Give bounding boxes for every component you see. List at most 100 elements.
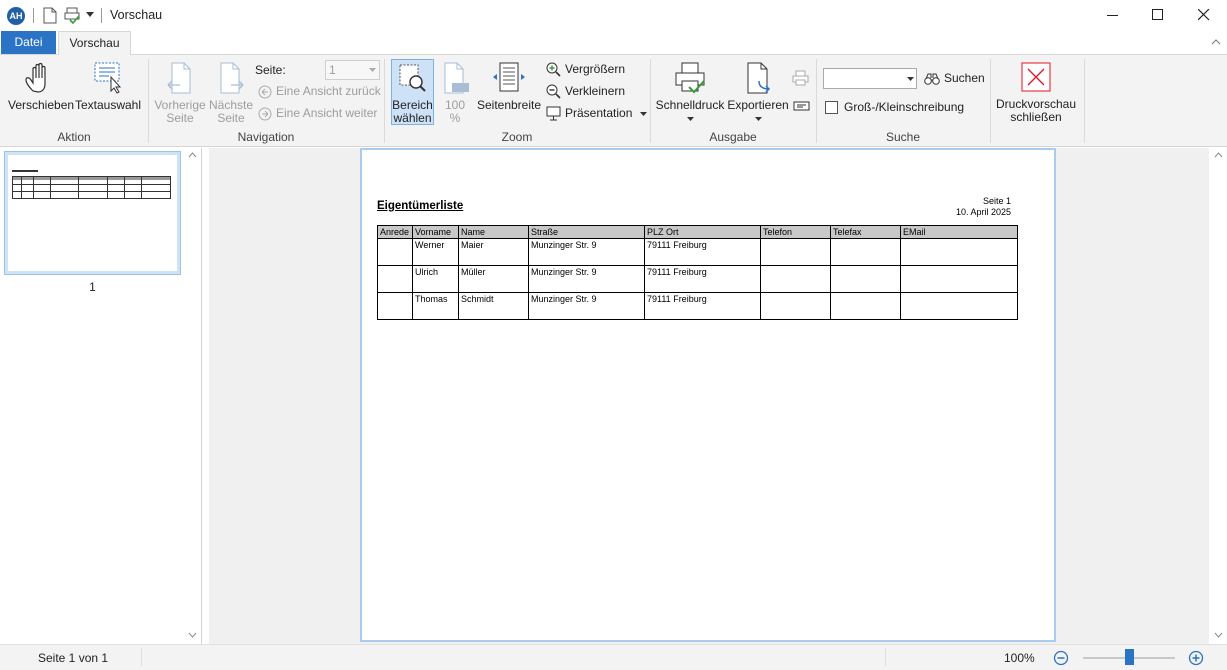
previous-page-label-2: Seite: [166, 111, 194, 125]
zoom-in-button[interactable]: Vergrößern: [546, 60, 625, 78]
table-cell: 79111 Freiburg: [644, 292, 761, 320]
title-bar: AH Vorschau: [0, 0, 1227, 31]
print-icon[interactable]: [792, 70, 809, 86]
scroll-up-icon[interactable]: [188, 152, 197, 158]
table-row: Thomas Schmidt Munzinger Str. 9 79111 Fr…: [377, 292, 1018, 320]
zoom-in-icon: [546, 62, 561, 77]
zoom-100-button[interactable]: 100 %: [438, 61, 472, 125]
previous-page-button[interactable]: Vorherige Seite: [154, 61, 206, 125]
search-button[interactable]: Suchen: [924, 69, 985, 87]
quick-print-button[interactable]: Schnelldruck: [655, 61, 725, 125]
tab-preview[interactable]: Vorschau: [58, 31, 131, 55]
table-cell: [377, 292, 413, 320]
ribbon: Verschieben Textauswahl Aktion Vorherige…: [0, 55, 1227, 147]
thumbnail-scrollbar[interactable]: [184, 148, 201, 644]
case-sensitive-checkbox[interactable]: Groß-/Kleinschreibung: [825, 98, 964, 116]
group-separator: [990, 59, 991, 143]
page-thumbnail[interactable]: [4, 151, 181, 275]
export-icon: [747, 62, 771, 94]
zoom-out-icon[interactable]: [1053, 650, 1069, 666]
tab-file[interactable]: Datei: [1, 31, 56, 54]
thumbnail-table: [12, 176, 171, 199]
zoom-level: 100%: [1004, 651, 1035, 665]
next-page-button[interactable]: Nächste Seite: [206, 61, 256, 125]
collapse-ribbon-icon[interactable]: [1211, 39, 1221, 45]
back-circle-icon: [258, 85, 272, 99]
close-preview-icon: [1021, 62, 1051, 92]
table-cell: [760, 238, 831, 266]
group-label-navigation: Navigation: [237, 130, 295, 144]
owner-table: Anrede Vorname Name Straße PLZ Ort Telef…: [377, 225, 1018, 320]
case-sensitive-label: Groß-/Kleinschreibung: [844, 100, 965, 114]
user-avatar[interactable]: AH: [7, 7, 25, 25]
table-row: Ulrich Müller Munzinger Str. 9 79111 Fre…: [377, 265, 1018, 293]
binoculars-icon: [924, 73, 940, 85]
presentation-label: Präsentation: [565, 106, 633, 120]
table-cell: Munzinger Str. 9: [528, 238, 645, 266]
table-cell: [900, 292, 1018, 320]
table-cell: Maier: [458, 238, 529, 266]
text-select-label: Textauswahl: [74, 98, 142, 112]
view-forward-label: Eine Ansicht weiter: [276, 106, 378, 120]
table-cell: Thomas: [412, 292, 459, 320]
zoom-100-icon: [444, 62, 469, 94]
new-document-icon[interactable]: [43, 7, 57, 24]
page-number-field[interactable]: 1: [325, 60, 380, 80]
text-select-button[interactable]: Textauswahl: [74, 61, 142, 112]
minimize-icon: [1107, 15, 1118, 16]
scroll-down-icon[interactable]: [1214, 632, 1223, 638]
view-back-button[interactable]: Eine Ansicht zurück: [258, 82, 381, 100]
qat-separator: [33, 8, 34, 23]
preview-page[interactable]: Eigentümerliste Seite 1 10. April 2025 A…: [360, 148, 1056, 642]
move-label: Verschieben: [8, 98, 75, 112]
presentation-dropdown-icon: [639, 111, 647, 116]
zoom-out-icon: [546, 84, 561, 99]
zoom-out-button[interactable]: Verkleinern: [546, 82, 625, 100]
export-dropdown-icon: [754, 117, 762, 121]
ribbon-tab-row: Datei Vorschau: [0, 31, 1227, 55]
presentation-button[interactable]: Präsentation: [546, 104, 652, 122]
minimize-button[interactable]: [1089, 0, 1135, 31]
forward-circle-icon: [258, 107, 272, 121]
close-icon: [1198, 9, 1210, 21]
search-button-label: Suchen: [944, 71, 985, 85]
zoom-slider-thumb[interactable]: [1125, 649, 1134, 665]
close-preview-button[interactable]: Druckvorschau schließen: [995, 61, 1077, 124]
scroll-up-icon[interactable]: [1214, 152, 1223, 158]
export-button[interactable]: Exportieren: [727, 61, 789, 125]
page-width-button[interactable]: Seitenbreite: [476, 61, 542, 112]
table-row: Werner Maier Munzinger Str. 9 79111 Frei…: [377, 238, 1018, 266]
print-settings-icon[interactable]: [793, 100, 810, 112]
scroll-down-icon[interactable]: [188, 632, 197, 638]
quick-print-dropdown-icon: [686, 117, 694, 121]
table-cell: [760, 292, 831, 320]
zoom-in-icon[interactable]: [1188, 650, 1204, 666]
table-cell: [900, 238, 1018, 266]
group-separator: [1084, 59, 1085, 143]
previous-page-icon: [167, 62, 191, 94]
select-area-button[interactable]: Bereich wählen: [391, 59, 434, 125]
zoom-in-label: Vergrößern: [565, 62, 626, 76]
table-cell: 79111 Freiburg: [644, 265, 761, 293]
search-combobox[interactable]: [823, 68, 917, 89]
thumbnail-page: [8, 155, 177, 271]
table-cell: [830, 265, 901, 293]
move-button[interactable]: Verschieben: [8, 61, 75, 112]
preview-scrollbar[interactable]: [1210, 148, 1227, 644]
quick-print-icon[interactable]: [64, 7, 82, 24]
table-cell: [830, 292, 901, 320]
close-window-button[interactable]: [1181, 0, 1227, 31]
view-forward-button[interactable]: Eine Ansicht weiter: [258, 104, 377, 122]
table-cell: [760, 265, 831, 293]
zoom-100-label-2: %: [449, 111, 461, 125]
maximize-button[interactable]: [1135, 0, 1181, 31]
magnifier-select-icon: [399, 64, 426, 92]
table-cell: Munzinger Str. 9: [528, 265, 645, 293]
status-separator: [141, 648, 142, 666]
table-cell: Müller: [458, 265, 529, 293]
page-width-icon: [493, 62, 525, 92]
qat-dropdown-icon[interactable]: [86, 12, 94, 18]
table-cell: [900, 265, 1018, 293]
thumbnail-panel: 1: [0, 148, 202, 644]
checkbox-box[interactable]: [825, 101, 838, 115]
